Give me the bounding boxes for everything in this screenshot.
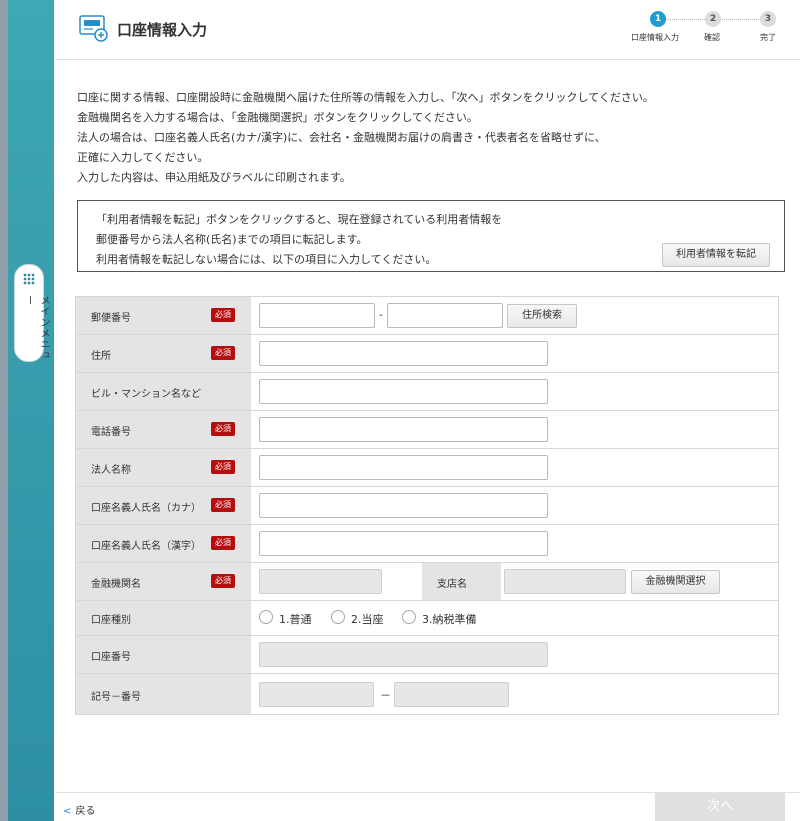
phone-input[interactable] — [259, 417, 548, 442]
left-sidebar — [8, 0, 54, 821]
form-row-account-number: 口座番号 — [76, 636, 778, 674]
address-label: 住所 — [91, 351, 111, 362]
symbol-input — [259, 682, 374, 707]
radio-icon — [402, 610, 416, 624]
step-indicator: 1 口座情報入力 2 確認 3 完了 — [625, 10, 795, 50]
holder-kana-input[interactable] — [259, 493, 548, 518]
required-badge: 必須 — [211, 460, 235, 474]
chevron-left-icon: < — [63, 806, 72, 817]
account-number-label: 口座番号 — [91, 652, 131, 663]
required-badge: 必須 — [211, 536, 235, 550]
instruction-line: 法人の場合は、口座名義人氏名(カナ/漢字)に、会社名・金融機関お届けの肩書き・代… — [77, 131, 606, 144]
address-search-button[interactable]: 住所検索 — [507, 304, 577, 328]
account-form: 郵便番号 必須 - 住所検索 住所 必須 ビル・マンション名など 電話番号 必須… — [75, 296, 779, 715]
step-2-label: 確認 — [704, 33, 720, 42]
step-1-label: 口座情報入力 — [631, 33, 679, 42]
step-2-circle: 2 — [705, 11, 721, 27]
grid-icon — [23, 273, 35, 285]
form-row-holder-kana: 口座名義人氏名（カナ） 必須 — [76, 487, 778, 525]
branch-name-label: 支店名 — [437, 579, 467, 590]
phone-label: 電話番号 — [91, 427, 131, 438]
holder-kanji-input[interactable] — [259, 531, 548, 556]
required-badge: 必須 — [211, 574, 235, 588]
back-label: 戻る — [75, 806, 96, 817]
back-link[interactable]: < 戻る — [63, 802, 95, 817]
form-row-bank: 金融機関名 必須 支店名 金融機関選択 — [76, 563, 778, 601]
symbol-number-label: 記号－番号 — [91, 692, 141, 703]
building-input[interactable] — [259, 379, 548, 404]
step-3-label: 完了 — [760, 33, 776, 42]
radio-icon — [259, 610, 273, 624]
page-footer: < 戻る 次へ — [55, 792, 800, 821]
postal-code-label: 郵便番号 — [91, 313, 131, 324]
instruction-line: 正確に入力してください。 — [77, 151, 209, 164]
branch-name-input — [504, 569, 626, 594]
form-row-corporate-name: 法人名称 必須 — [76, 449, 778, 487]
number-input — [394, 682, 509, 707]
bank-select-button[interactable]: 金融機関選択 — [631, 570, 720, 594]
step-1-circle: 1 — [650, 11, 666, 27]
bank-account-icon — [79, 15, 108, 42]
holder-kana-label: 口座名義人氏名（カナ） — [91, 503, 201, 514]
account-number-input — [259, 642, 548, 667]
main-menu-label: メインメニュー — [23, 295, 49, 361]
page-header: 口座情報入力 1 口座情報入力 2 確認 3 完了 — [55, 0, 800, 60]
required-badge: 必須 — [211, 498, 235, 512]
form-row-postal-code: 郵便番号 必須 - 住所検索 — [76, 297, 778, 335]
page-title: 口座情報入力 — [117, 21, 208, 39]
form-row-holder-kanji: 口座名義人氏名（漢字） 必須 — [76, 525, 778, 563]
form-row-account-type: 口座種別 1.普通 2.当座 3.納税準備 — [76, 601, 778, 636]
form-row-phone: 電話番号 必須 — [76, 411, 778, 449]
instruction-line: 金融機関名を入力する場合は、「金融機関選択」ボタンをクリックしてください。 — [77, 111, 478, 124]
form-row-building: ビル・マンション名など — [76, 373, 778, 411]
corporate-name-input[interactable] — [259, 455, 548, 480]
instruction-line: 入力した内容は、申込用紙及びラベルに印刷されます。 — [77, 171, 351, 184]
main-menu-tab[interactable]: メインメニュー — [14, 264, 49, 362]
postal-code-second-input[interactable] — [387, 303, 503, 328]
step-3-circle: 3 — [760, 11, 776, 27]
instructions: 口座に関する情報、口座開設時に金融機関へ届けた住所等の情報を入力し、「次へ」ボタ… — [77, 88, 777, 188]
account-type-label: 口座種別 — [91, 615, 131, 626]
holder-kanji-label: 口座名義人氏名（漢字） — [91, 541, 201, 552]
instruction-line: 口座に関する情報、口座開設時に金融機関へ届けた住所等の情報を入力し、「次へ」ボタ… — [77, 91, 654, 104]
required-badge: 必須 — [211, 346, 235, 360]
bank-name-input — [259, 569, 382, 594]
transfer-user-info-button[interactable]: 利用者情報を転記 — [662, 243, 770, 267]
building-label: ビル・マンション名など — [91, 389, 201, 400]
main-panel: 口座情報入力 1 口座情報入力 2 確認 3 完了 口座に関する情報、口座開設時… — [55, 0, 800, 821]
symbol-number-separator: － — [380, 689, 391, 702]
info-line: 「利用者情報を転記」ボタンをクリックすると、現在登録されている利用者情報を — [96, 213, 503, 226]
corporate-name-label: 法人名称 — [91, 465, 131, 476]
transfer-info-box: 「利用者情報を転記」ボタンをクリックすると、現在登録されている利用者情報を 郵便… — [77, 200, 785, 272]
info-line: 郵便番号から法人名称(氏名)までの項目に転記します。 — [96, 233, 368, 246]
postal-code-first-input[interactable] — [259, 303, 375, 328]
next-button[interactable]: 次へ — [655, 793, 785, 821]
info-line: 利用者情報を転記しない場合には、以下の項目に入力してください。 — [96, 253, 437, 266]
left-edge-strip — [0, 0, 8, 821]
radio-icon — [331, 610, 345, 624]
form-row-symbol-number: 記号－番号 － — [76, 674, 778, 715]
address-input[interactable] — [259, 341, 548, 366]
bank-name-label: 金融機関名 — [91, 579, 141, 590]
required-badge: 必須 — [211, 308, 235, 322]
required-badge: 必須 — [211, 422, 235, 436]
form-row-address: 住所 必須 — [76, 335, 778, 373]
postal-code-separator: - — [379, 308, 383, 321]
